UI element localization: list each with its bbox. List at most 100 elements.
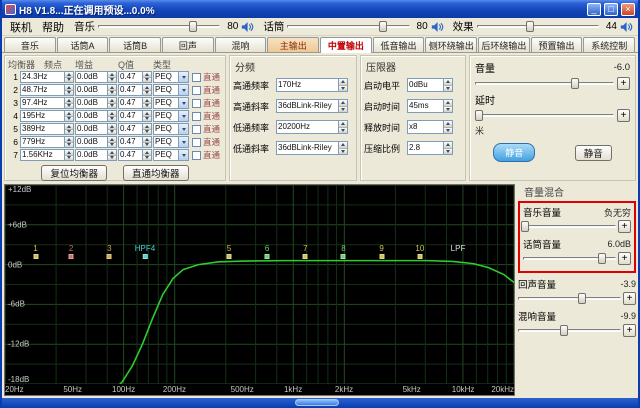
slider-thumb[interactable] <box>577 293 586 304</box>
tab-6[interactable]: 主输出 <box>267 37 320 52</box>
type-select-dropdown-button[interactable] <box>178 98 188 108</box>
gain-spinbox[interactable]: 0.0dB <box>75 84 117 96</box>
gain-spinbox-down-button[interactable] <box>108 90 116 95</box>
mute-button[interactable]: 静音 <box>574 144 612 161</box>
tab-12[interactable]: 系统控制 <box>583 37 636 52</box>
gain-spinbox-down-button[interactable] <box>108 155 116 160</box>
limiter-value[interactable]: 2.8 <box>407 141 453 155</box>
tab-5[interactable]: 混响 <box>214 37 267 52</box>
bypass-checkbox[interactable] <box>192 72 201 82</box>
q-spinbox[interactable]: 0.47 <box>118 110 152 122</box>
q-spinbox[interactable]: 0.47 <box>118 136 152 148</box>
crossover-value-down-button[interactable] <box>339 148 347 154</box>
q-spinbox-down-button[interactable] <box>143 155 151 160</box>
freq-spinbox[interactable]: 1.56KHz <box>20 149 74 161</box>
crossover-value-down-button[interactable] <box>339 85 347 91</box>
volume-slider[interactable] <box>475 77 614 90</box>
slider-thumb[interactable] <box>520 221 529 232</box>
mixer-slider[interactable] <box>523 252 616 265</box>
tab-4[interactable]: 回声 <box>162 37 214 52</box>
bypass-checkbox[interactable] <box>192 150 201 160</box>
gain-spinbox[interactable]: 0.0dB <box>75 110 117 122</box>
type-select[interactable]: PEQ <box>153 149 189 161</box>
music-level-slider[interactable] <box>98 20 221 33</box>
reset-eq-button[interactable]: 复位均衡器 <box>41 165 107 181</box>
graph-plot-area[interactable]: +12dB +6dB 0dB -6dB -12dB -18dB 1 2 3 HPF4 5 6 7 8 9 1… <box>5 185 514 384</box>
mixer-slider[interactable] <box>518 292 621 305</box>
freq-spinbox[interactable]: 779Hz <box>20 136 74 148</box>
minimize-button[interactable]: _ <box>587 2 601 16</box>
limiter-value[interactable]: 45ms <box>407 99 453 113</box>
delay-plus-button[interactable]: + <box>617 109 630 122</box>
response-graph[interactable]: +12dB +6dB 0dB -6dB -12dB -18dB 1 2 3 HPF4 5 6 7 8 9 1… <box>4 184 515 396</box>
type-select-dropdown-button[interactable] <box>178 111 188 121</box>
q-spinbox-down-button[interactable] <box>143 116 151 121</box>
freq-spinbox[interactable]: 195Hz <box>20 110 74 122</box>
q-spinbox-down-button[interactable] <box>143 77 151 82</box>
slider-thumb[interactable] <box>378 21 387 32</box>
mic-level-slider[interactable] <box>287 20 410 33</box>
menu-item-online[interactable]: 联机 <box>6 19 36 35</box>
bypass-checkbox[interactable] <box>192 124 201 134</box>
maximize-button[interactable]: □ <box>604 2 618 16</box>
freq-spinbox-down-button[interactable] <box>65 116 73 121</box>
mute-toggle[interactable]: 静音 <box>493 143 536 162</box>
bypass-checkbox[interactable] <box>192 98 201 108</box>
slider-thumb[interactable] <box>475 110 484 121</box>
gain-spinbox[interactable]: 0.0dB <box>75 97 117 109</box>
type-select[interactable]: PEQ <box>153 123 189 135</box>
tab-10[interactable]: 后环绕输出 <box>478 37 530 52</box>
tab-7[interactable]: 中置输出 <box>320 37 372 53</box>
type-select[interactable]: PEQ <box>153 110 189 122</box>
close-button[interactable]: × <box>621 2 635 16</box>
q-spinbox[interactable]: 0.47 <box>118 84 152 96</box>
type-select-dropdown-button[interactable] <box>178 72 188 82</box>
freq-spinbox[interactable]: 48.7Hz <box>20 84 74 96</box>
q-spinbox[interactable]: 0.47 <box>118 149 152 161</box>
mixer-plus-button[interactable]: + <box>618 252 631 265</box>
type-select[interactable]: PEQ <box>153 71 189 83</box>
gain-spinbox[interactable]: 0.0dB <box>75 71 117 83</box>
gain-spinbox-down-button[interactable] <box>108 142 116 147</box>
tab-3[interactable]: 话筒B <box>109 37 162 52</box>
limiter-value-down-button[interactable] <box>444 148 452 154</box>
menu-item-help[interactable]: 帮助 <box>38 19 68 35</box>
tab-1[interactable]: 音乐 <box>4 37 56 52</box>
tab-2[interactable]: 话筒A <box>56 37 109 52</box>
limiter-value-down-button[interactable] <box>444 85 452 91</box>
type-select[interactable]: PEQ <box>153 97 189 109</box>
bypass-eq-button[interactable]: 直通均衡器 <box>123 165 189 181</box>
type-select-dropdown-button[interactable] <box>178 150 188 160</box>
mixer-plus-button[interactable]: + <box>623 324 636 337</box>
freq-spinbox[interactable]: 97.4Hz <box>20 97 74 109</box>
limiter-value-down-button[interactable] <box>444 106 452 112</box>
limiter-value[interactable]: 0dBu <box>407 78 453 92</box>
delay-slider[interactable] <box>475 109 614 122</box>
bypass-checkbox[interactable] <box>192 137 201 147</box>
gain-spinbox-down-button[interactable] <box>108 77 116 82</box>
slider-thumb[interactable] <box>560 325 569 336</box>
freq-spinbox-down-button[interactable] <box>65 103 73 108</box>
q-spinbox[interactable]: 0.47 <box>118 71 152 83</box>
crossover-value-down-button[interactable] <box>339 106 347 112</box>
slider-thumb[interactable] <box>189 21 198 32</box>
limiter-value-down-button[interactable] <box>444 127 452 133</box>
crossover-value[interactable]: 36dBLink-Riley <box>276 141 348 155</box>
mixer-slider[interactable] <box>518 324 621 337</box>
q-spinbox-down-button[interactable] <box>143 129 151 134</box>
slider-thumb[interactable] <box>526 21 535 32</box>
slider-thumb[interactable] <box>598 253 607 264</box>
tab-8[interactable]: 低音输出 <box>372 37 425 52</box>
crossover-value[interactable]: 36dBLink-Riley <box>276 99 348 113</box>
mixer-slider[interactable] <box>520 220 616 233</box>
q-spinbox[interactable]: 0.47 <box>118 123 152 135</box>
freq-spinbox-down-button[interactable] <box>65 129 73 134</box>
mixer-plus-button[interactable]: + <box>618 220 631 233</box>
effect-level-slider[interactable] <box>476 20 599 33</box>
bypass-checkbox[interactable] <box>192 111 201 121</box>
mixer-plus-button[interactable]: + <box>623 292 636 305</box>
type-select-dropdown-button[interactable] <box>178 137 188 147</box>
q-spinbox-down-button[interactable] <box>143 142 151 147</box>
crossover-value[interactable]: 170Hz <box>276 78 348 92</box>
bypass-checkbox[interactable] <box>192 85 201 95</box>
